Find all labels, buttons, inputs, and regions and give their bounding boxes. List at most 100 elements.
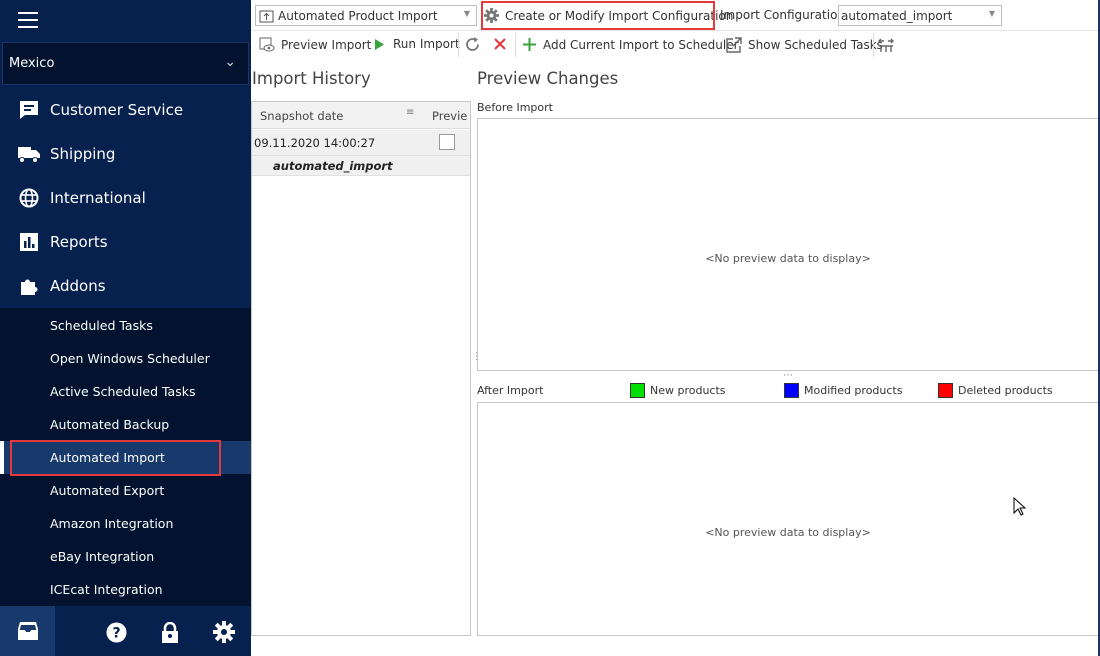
submenu-item-label: Active Scheduled Tasks (50, 384, 196, 399)
horizontal-splitter-handle[interactable]: ⋯ (783, 370, 793, 381)
toolbar-top: Automated Product Import ▼ Create or Mod… (251, 0, 1100, 31)
add-to-scheduler-label: Add Current Import to Scheduler (543, 37, 739, 52)
inbox-icon (17, 622, 38, 640)
toolbar-separator (873, 33, 874, 57)
store-selector-value: Mexico (9, 56, 55, 71)
help-icon: ? (106, 622, 126, 642)
highlight-automated-import (10, 440, 221, 476)
table-row[interactable]: 09.11.2020 14:00:27 (252, 130, 470, 156)
import-type-dropdown[interactable]: Automated Product Import ▼ (255, 5, 477, 26)
import-history-title: Import History (252, 69, 371, 88)
column-header-snapshot-date[interactable]: Snapshot date (260, 109, 343, 123)
highlight-create-modify (481, 1, 715, 30)
submenu-item-amazon-integration[interactable]: Amazon Integration (0, 507, 251, 540)
import-icon (259, 10, 274, 22)
submenu-item-scheduled-tasks[interactable]: Scheduled Tasks (0, 309, 251, 342)
import-config-label: Import Configuration (720, 8, 845, 22)
submenu-item-label: Automated Export (50, 483, 165, 498)
svg-text:?: ? (112, 625, 120, 641)
chat-icon (18, 99, 40, 121)
nav-item-label: Addons (50, 277, 106, 295)
column-header-preview[interactable]: Previe (432, 109, 467, 123)
group-row-label: automated_import (273, 159, 393, 173)
submenu-item-open-windows-scheduler[interactable]: Open Windows Scheduler (0, 342, 251, 375)
submenu-item-label: eBay Integration (50, 549, 155, 564)
sidebar-bottom-bar: ? (0, 606, 251, 656)
refresh-button[interactable] (464, 36, 481, 53)
submenu-item-automated-backup[interactable]: Automated Backup (0, 408, 251, 441)
toolbar-actions: Preview Import Run Import Add Current Im… (251, 31, 1100, 59)
sort-icon[interactable]: ≡ (406, 107, 414, 118)
grid-header: Snapshot date ≡ Previe (252, 102, 470, 129)
legend-label-modified: Modified products (804, 384, 903, 397)
cancel-button[interactable] (493, 37, 507, 51)
run-import-label: Run Import (393, 37, 460, 51)
settings-button[interactable] (213, 621, 235, 643)
nav-item-label: Customer Service (50, 101, 184, 119)
group-row[interactable]: automated_import (252, 156, 470, 176)
mouse-cursor-icon (1013, 497, 1027, 516)
preview-changes-title: Preview Changes (477, 69, 619, 88)
preview-checkbox[interactable] (439, 134, 455, 150)
store-selector[interactable]: Mexico ⌄ (2, 42, 249, 85)
show-scheduled-tasks-button[interactable]: Show Scheduled Tasks (726, 37, 883, 53)
puzzle-icon (18, 275, 40, 297)
before-import-panel: <No preview data to display> (477, 118, 1099, 371)
refresh-icon (466, 37, 479, 51)
legend-label-deleted: Deleted products (958, 384, 1053, 397)
inbox-button[interactable] (0, 606, 55, 656)
columns-icon (878, 38, 894, 52)
after-import-label: After Import (477, 384, 544, 397)
play-icon (375, 38, 384, 50)
lock-icon (162, 621, 178, 643)
close-icon (494, 38, 506, 50)
legend-swatch-modified (784, 383, 799, 398)
nav-item-customer-service[interactable]: Customer Service (0, 88, 251, 132)
no-data-message: <No preview data to display> (705, 526, 871, 539)
show-scheduled-tasks-label: Show Scheduled Tasks (748, 38, 883, 52)
legend-label-new: New products (650, 384, 726, 397)
help-button[interactable]: ? (105, 621, 127, 643)
dropdown-arrow-icon: ▼ (463, 9, 470, 18)
nav-item-shipping[interactable]: Shipping (0, 132, 251, 176)
dropdown-arrow-icon: ▼ (988, 9, 995, 18)
nav-item-label: Shipping (50, 145, 116, 163)
sidebar: Mexico ⌄ Customer Service Shipping Inter… (0, 0, 251, 656)
after-import-panel: <No preview data to display> (477, 402, 1099, 636)
submenu-item-label: Scheduled Tasks (50, 318, 153, 333)
run-import-button[interactable]: Run Import (374, 37, 460, 51)
nav-item-label: Reports (50, 233, 108, 251)
submenu-item-label: ICEcat Integration (50, 582, 163, 597)
submenu-item-label: Amazon Integration (50, 516, 174, 531)
external-link-icon (726, 37, 742, 53)
submenu-item-ebay-integration[interactable]: eBay Integration (0, 540, 251, 573)
import-history-grid: Snapshot date ≡ Previe 09.11.2020 14:00:… (251, 101, 471, 636)
import-config-value: automated_import (841, 8, 953, 23)
nav-item-addons[interactable]: Addons (0, 264, 251, 308)
preview-import-button[interactable]: Preview Import (259, 37, 371, 52)
nav-item-international[interactable]: International (0, 176, 251, 220)
vertical-splitter-handle[interactable]: ⋮ (472, 353, 481, 362)
gear-icon (213, 621, 235, 643)
import-type-value: Automated Product Import (278, 8, 438, 23)
chevron-down-icon: ⌄ (224, 54, 236, 70)
nav-item-reports[interactable]: Reports (0, 220, 251, 264)
submenu-item-active-scheduled-tasks[interactable]: Active Scheduled Tasks (0, 375, 251, 408)
customize-toolbar-button[interactable] (878, 37, 894, 53)
truck-icon (18, 143, 40, 165)
lock-button[interactable] (159, 621, 181, 643)
legend-swatch-deleted (938, 383, 953, 398)
toolbar-separator (515, 33, 516, 57)
toolbar-separator (458, 33, 459, 57)
snapshot-date-cell: 09.11.2020 14:00:27 (254, 136, 376, 150)
submenu-item-automated-export[interactable]: Automated Export (0, 474, 251, 507)
plus-icon (523, 38, 536, 51)
preview-import-label: Preview Import (281, 37, 372, 52)
hamburger-menu-icon[interactable] (18, 12, 38, 28)
nav-item-label: International (50, 189, 146, 207)
import-config-label-text: Import Configuration (720, 8, 846, 22)
import-config-dropdown[interactable]: automated_import ▼ (838, 5, 1002, 26)
preview-icon (259, 37, 275, 52)
submenu-item-icecat-integration[interactable]: ICEcat Integration (0, 573, 251, 606)
add-to-scheduler-button[interactable]: Add Current Import to Scheduler (522, 37, 739, 52)
